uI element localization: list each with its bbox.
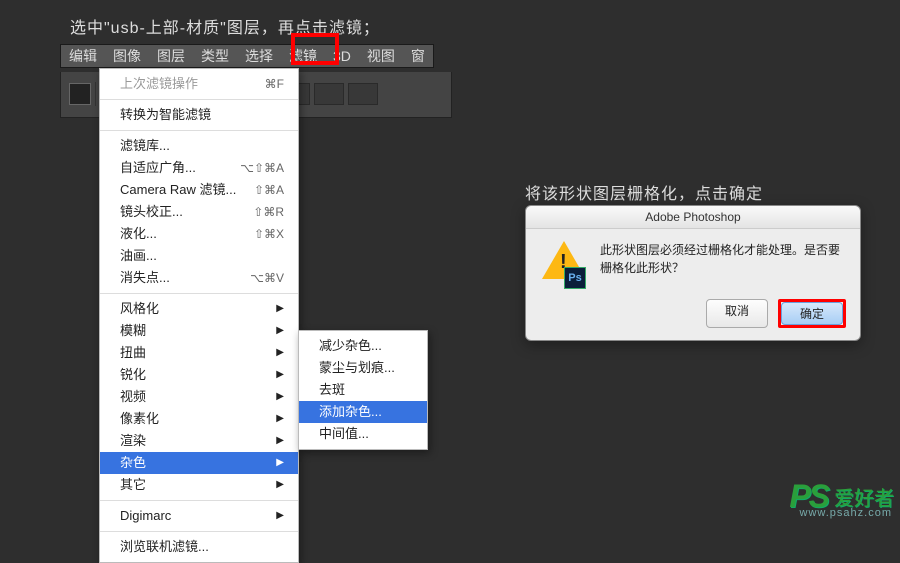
noise-submenu: 减少杂色... 蒙尘与划痕... 去斑 添加杂色... 中间值... <box>298 330 428 450</box>
submenu-item-despeckle[interactable]: 去斑 <box>299 379 427 401</box>
menu-item-label: 风格化 <box>120 300 159 318</box>
menu-item-distort[interactable]: 扭曲 ▶ <box>100 342 298 364</box>
menu-item-adaptive-wide[interactable]: 自适应广角... ⌥⇧⌘A <box>100 157 298 179</box>
menu-item-pixelate[interactable]: 像素化 ▶ <box>100 408 298 430</box>
menu-item-shortcut: ⌘F <box>265 75 284 93</box>
menu-item-label: 去斑 <box>319 381 345 399</box>
menu-separator <box>100 500 298 501</box>
menu-item-render[interactable]: 渲染 ▶ <box>100 430 298 452</box>
menu-separator <box>100 130 298 131</box>
menu-item-other[interactable]: 其它 ▶ <box>100 474 298 496</box>
menu-item-stylize[interactable]: 风格化 ▶ <box>100 298 298 320</box>
menu-item-liquify[interactable]: 液化... ⇧⌘X <box>100 223 298 245</box>
menu-item-label: 渲染 <box>120 432 146 450</box>
menu-item-lens-correction[interactable]: 镜头校正... ⇧⌘R <box>100 201 298 223</box>
submenu-arrow-icon: ▶ <box>276 300 284 318</box>
menu-item-vanishing-point[interactable]: 消失点... ⌥⌘V <box>100 267 298 289</box>
menu-item-label: 杂色 <box>120 454 146 472</box>
menu-item-label: Camera Raw 滤镜... <box>120 181 236 199</box>
menu-item-shortcut: ⇧⌘X <box>254 225 284 243</box>
ps-app-icon: Ps <box>564 267 586 289</box>
menu-item-label: 滤镜库... <box>120 137 170 155</box>
menu-separator <box>100 293 298 294</box>
submenu-item-add-noise[interactable]: 添加杂色... <box>299 401 427 423</box>
menu-item-label: Digimarc <box>120 507 171 525</box>
cancel-button[interactable]: 取消 <box>706 299 768 328</box>
menu-item-label: 中间值... <box>319 425 369 443</box>
menu-item-label: 上次滤镜操作 <box>120 75 198 93</box>
submenu-arrow-icon: ▶ <box>276 476 284 494</box>
menu-edit[interactable]: 编辑 <box>61 43 105 69</box>
menu-item-last-filter[interactable]: 上次滤镜操作 ⌘F <box>100 73 298 95</box>
menu-item-blur[interactable]: 模糊 ▶ <box>100 320 298 342</box>
menu-item-label: 模糊 <box>120 322 146 340</box>
menu-item-label: 自适应广角... <box>120 159 196 177</box>
menu-view[interactable]: 视图 <box>359 43 403 69</box>
submenu-arrow-icon: ▶ <box>276 344 284 362</box>
menu-item-shortcut: ⇧⌘R <box>253 203 284 221</box>
menu-window[interactable]: 窗 <box>403 43 433 69</box>
menu-item-camera-raw[interactable]: Camera Raw 滤镜... ⇧⌘A <box>100 179 298 201</box>
dialog-message: 此形状图层必须经过栅格化才能处理。是否要栅格化此形状？ <box>600 241 846 291</box>
menu-item-label: 锐化 <box>120 366 146 384</box>
instruction-caption-2: 将该形状图层栅格化，点击确定 <box>525 180 763 204</box>
submenu-arrow-icon: ▶ <box>276 388 284 406</box>
menu-select[interactable]: 选择 <box>237 43 281 69</box>
opt-block[interactable] <box>314 83 344 105</box>
menu-item-label: 视频 <box>120 388 146 406</box>
menu-item-noise[interactable]: 杂色 ▶ <box>100 452 298 474</box>
menu-item-sharpen[interactable]: 锐化 ▶ <box>100 364 298 386</box>
submenu-arrow-icon: ▶ <box>276 507 284 525</box>
menu-item-label: 转换为智能滤镜 <box>120 106 211 124</box>
submenu-arrow-icon: ▶ <box>276 366 284 384</box>
menu-item-oil-paint[interactable]: 油画... <box>100 245 298 267</box>
submenu-item-dust-scratches[interactable]: 蒙尘与划痕... <box>299 357 427 379</box>
menu-image[interactable]: 图像 <box>105 43 149 69</box>
submenu-item-reduce-noise[interactable]: 减少杂色... <box>299 335 427 357</box>
menu-item-label: 浏览联机滤镜... <box>120 538 209 556</box>
submenu-arrow-icon: ▶ <box>276 454 284 472</box>
menu-item-shortcut: ⇧⌘A <box>254 181 284 199</box>
submenu-arrow-icon: ▶ <box>276 410 284 428</box>
menu-item-browse-online[interactable]: 浏览联机滤镜... <box>100 536 298 558</box>
menu-item-label: 镜头校正... <box>120 203 183 221</box>
tool-preset[interactable] <box>69 83 91 105</box>
rasterize-dialog: Adobe Photoshop ! Ps 此形状图层必须经过栅格化才能处理。是否… <box>525 205 861 341</box>
submenu-arrow-icon: ▶ <box>276 432 284 450</box>
menu-item-convert-smart[interactable]: 转换为智能滤镜 <box>100 104 298 126</box>
menu-type[interactable]: 类型 <box>193 43 237 69</box>
menu-item-label: 添加杂色... <box>319 403 382 421</box>
menu-item-label: 消失点... <box>120 269 170 287</box>
dialog-title: Adobe Photoshop <box>526 206 860 229</box>
menu-item-label: 其它 <box>120 476 146 494</box>
app-menubar: 编辑 图像 图层 类型 选择 滤镜 3D 视图 窗 <box>60 44 434 68</box>
separator <box>95 82 96 106</box>
submenu-arrow-icon: ▶ <box>276 322 284 340</box>
menu-item-label: 减少杂色... <box>319 337 382 355</box>
menu-layer[interactable]: 图层 <box>149 43 193 69</box>
menu-separator <box>100 99 298 100</box>
menu-item-label: 像素化 <box>120 410 159 428</box>
ok-button[interactable]: 确定 <box>781 302 843 325</box>
menu-item-label: 蒙尘与划痕... <box>319 359 395 377</box>
menu-item-digimarc[interactable]: Digimarc ▶ <box>100 505 298 527</box>
opt-block[interactable] <box>348 83 378 105</box>
menu-item-label: 油画... <box>120 247 157 265</box>
menu-item-label: 扭曲 <box>120 344 146 362</box>
highlight-filter-menu <box>291 33 339 65</box>
warning-icon: ! Ps <box>540 241 590 291</box>
submenu-item-median[interactable]: 中间值... <box>299 423 427 445</box>
menu-item-label: 液化... <box>120 225 157 243</box>
highlight-ok-button: 确定 <box>778 299 846 328</box>
menu-item-filter-gallery[interactable]: 滤镜库... <box>100 135 298 157</box>
menu-item-shortcut: ⌥⌘V <box>250 269 284 287</box>
menu-separator <box>100 531 298 532</box>
menu-item-video[interactable]: 视频 ▶ <box>100 386 298 408</box>
watermark-url: www.psahz.com <box>800 507 892 519</box>
filter-menu: 上次滤镜操作 ⌘F 转换为智能滤镜 滤镜库... 自适应广角... ⌥⇧⌘A C… <box>99 68 299 563</box>
menu-item-shortcut: ⌥⇧⌘A <box>240 159 284 177</box>
